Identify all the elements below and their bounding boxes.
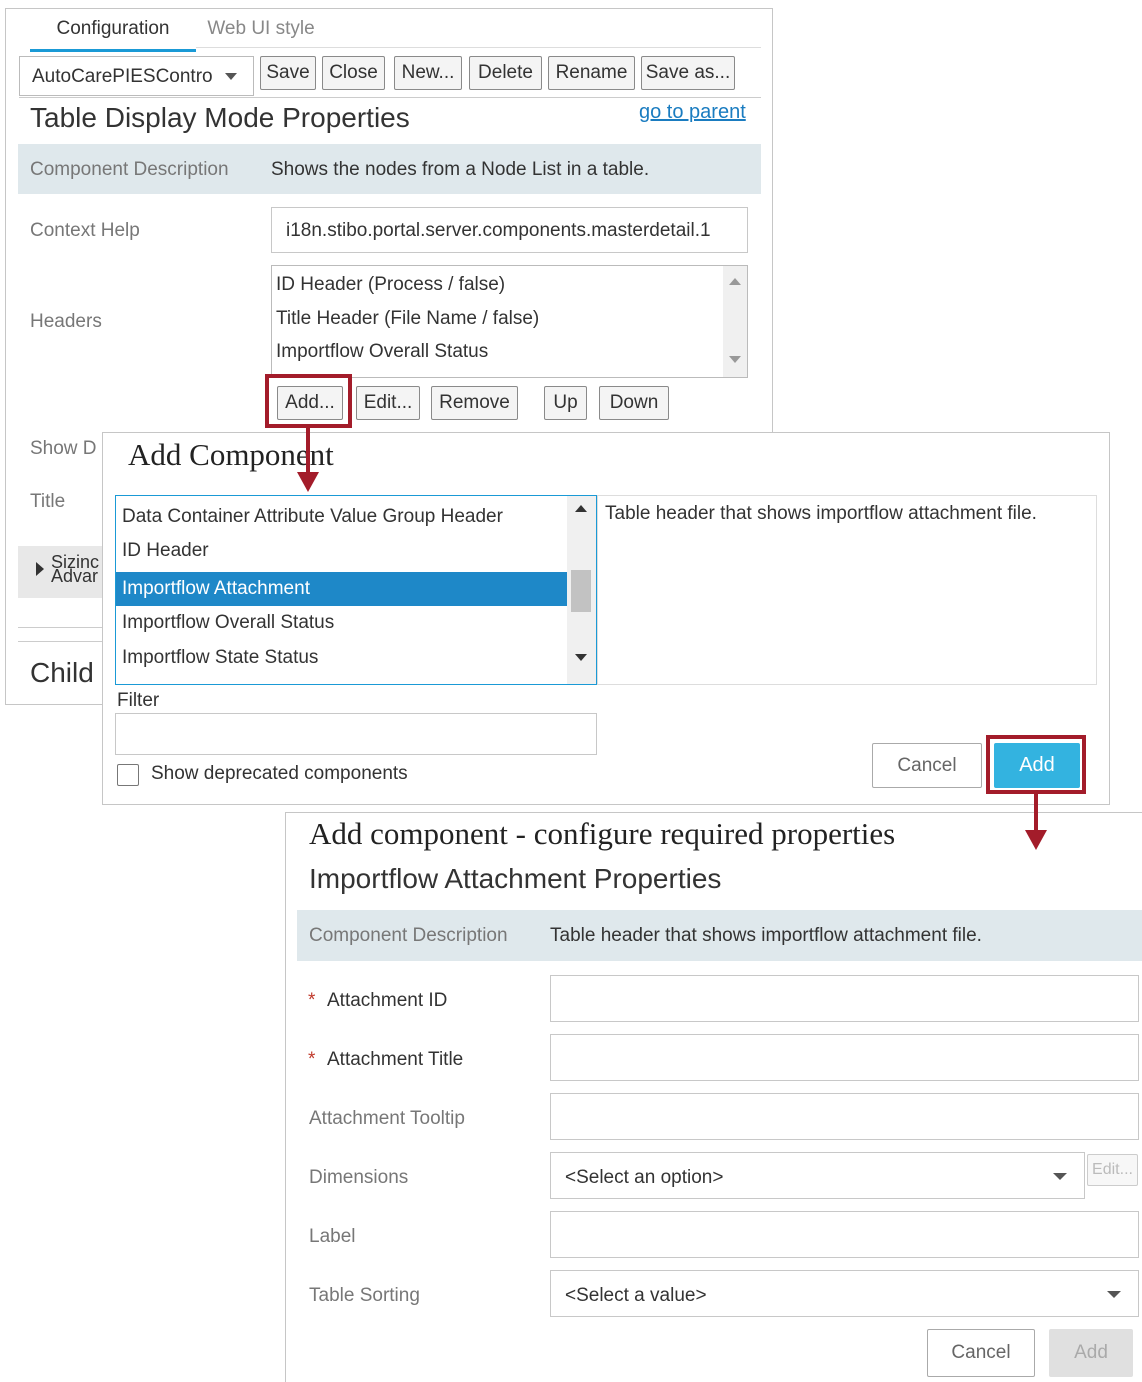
chevron-down-icon (225, 73, 237, 80)
arrow-line (306, 428, 310, 474)
divider (18, 627, 108, 628)
component-description-value: Shows the nodes from a Node List in a ta… (271, 159, 650, 180)
list-item[interactable]: ID Header (Process / false) (276, 274, 505, 296)
highlight-box (265, 374, 352, 428)
cancel-button[interactable]: Cancel (927, 1329, 1035, 1377)
delete-button[interactable]: Delete (469, 56, 542, 90)
tab-divider (196, 47, 761, 48)
configure-properties-panel: Add component - configure required prope… (285, 812, 1142, 1382)
headers-scrollbar[interactable] (723, 266, 747, 377)
attachment-tooltip-label: Attachment Tooltip (309, 1108, 465, 1129)
down-button[interactable]: Down (599, 386, 669, 420)
page-title: Table Display Mode Properties (30, 102, 410, 133)
scroll-up-icon[interactable] (729, 278, 741, 285)
component-description-value: Table header that shows importflow attac… (550, 925, 982, 946)
headers-label: Headers (30, 311, 102, 332)
scroll-down-icon[interactable] (575, 654, 587, 661)
list-item[interactable]: Importflow Overall Status (276, 341, 488, 363)
chevron-down-icon (1053, 1173, 1067, 1180)
edit-header-button[interactable]: Edit... (356, 386, 420, 420)
tab-configuration[interactable]: Configuration (30, 9, 196, 52)
attachment-tooltip-input[interactable] (550, 1093, 1139, 1140)
configure-title: Add component - configure required prope… (309, 816, 896, 851)
chevron-down-icon (1107, 1291, 1121, 1298)
context-help-label: Context Help (30, 220, 140, 241)
new-button[interactable]: New... (394, 56, 462, 90)
dimensions-select[interactable]: <Select an option> (550, 1152, 1085, 1199)
table-sorting-value: <Select a value> (565, 1285, 707, 1306)
label-field-label: Label (309, 1226, 356, 1247)
table-sorting-label: Table Sorting (309, 1285, 420, 1306)
rename-button[interactable]: Rename (548, 56, 635, 90)
component-list[interactable]: Data Container Attribute Value Group Hea… (115, 495, 597, 685)
configuration-selector[interactable]: AutoCarePIESContro (19, 56, 254, 96)
child-heading: Child (30, 657, 94, 688)
filter-label: Filter (117, 690, 160, 711)
component-description-label: Component Description (30, 159, 229, 180)
attachment-id-label: Attachment ID (327, 990, 448, 1011)
dimensions-value: <Select an option> (565, 1167, 724, 1188)
dialog-title: Add Component (128, 437, 334, 472)
attachment-title-label: Attachment Title (327, 1049, 464, 1070)
save-button[interactable]: Save (260, 56, 316, 90)
context-help-value: i18n.stibo.portal.server.components.mast… (286, 220, 711, 241)
highlight-box (986, 735, 1086, 794)
add-button-disabled[interactable]: Add (1049, 1329, 1133, 1377)
tab-web-ui-style[interactable]: Web UI style (206, 9, 316, 49)
context-help-input[interactable]: i18n.stibo.portal.server.components.mast… (271, 207, 748, 253)
advanced-label: Advar (51, 566, 99, 586)
selected-list-item[interactable]: Importflow Attachment (116, 572, 567, 606)
list-item[interactable]: Importflow State Status (122, 647, 318, 669)
component-description-label: Component Description (309, 925, 508, 946)
component-description-row: Component Description Table header that … (297, 910, 1142, 961)
go-to-parent-link[interactable]: go to parent (639, 101, 746, 124)
label-input[interactable] (550, 1211, 1139, 1258)
list-item[interactable]: Title Header (File Name / false) (276, 308, 539, 330)
component-description-row: Component Description Shows the nodes fr… (18, 144, 761, 194)
add-component-dialog: Add Component Data Container Attribute V… (102, 432, 1110, 805)
scroll-thumb[interactable] (571, 570, 591, 612)
arrow-line (1034, 794, 1038, 832)
selector-value: AutoCarePIESContro (32, 66, 213, 87)
attachment-id-input[interactable] (550, 975, 1139, 1022)
headers-list[interactable]: ID Header (Process / false) Title Header… (271, 265, 748, 378)
divider (18, 641, 108, 642)
up-button[interactable]: Up (544, 386, 587, 420)
title-label: Title (30, 491, 66, 512)
arrow-down-icon (297, 472, 319, 492)
save-as-button[interactable]: Save as... (641, 56, 735, 90)
remove-header-button[interactable]: Remove (431, 386, 518, 420)
selected-item-label: Importflow Attachment (122, 578, 310, 599)
show-label: Show D (30, 438, 97, 459)
caret-right-icon (36, 562, 44, 576)
list-item[interactable]: ID Header (122, 540, 209, 562)
table-sorting-select[interactable]: <Select a value> (550, 1270, 1139, 1317)
toolbar-divider (19, 97, 761, 98)
list-item[interactable]: Data Container Attribute Value Group Hea… (122, 506, 503, 528)
properties-subtitle: Importflow Attachment Properties (309, 863, 722, 894)
close-button[interactable]: Close (322, 56, 385, 90)
attachment-title-input[interactable] (550, 1034, 1139, 1081)
list-item[interactable]: Importflow Overall Status (122, 612, 334, 634)
cancel-button[interactable]: Cancel (872, 743, 982, 788)
show-deprecated-checkbox[interactable] (117, 764, 139, 786)
filter-input[interactable] (115, 713, 597, 755)
component-description-box: Table header that shows importflow attac… (597, 495, 1097, 685)
scroll-up-icon[interactable] (575, 505, 587, 512)
component-list-scrollbar[interactable] (567, 496, 596, 684)
component-description-text: Table header that shows importflow attac… (605, 503, 1037, 524)
required-marker: * (308, 990, 316, 1011)
show-deprecated-label: Show deprecated components (151, 763, 408, 784)
required-marker: * (308, 1049, 316, 1070)
scroll-down-icon[interactable] (729, 356, 741, 363)
dimensions-label: Dimensions (309, 1167, 409, 1188)
sizing-advanced-section[interactable]: Sizinc Advar (18, 546, 108, 598)
arrow-down-icon (1025, 830, 1047, 850)
dimensions-edit-button[interactable]: Edit... (1087, 1154, 1138, 1186)
